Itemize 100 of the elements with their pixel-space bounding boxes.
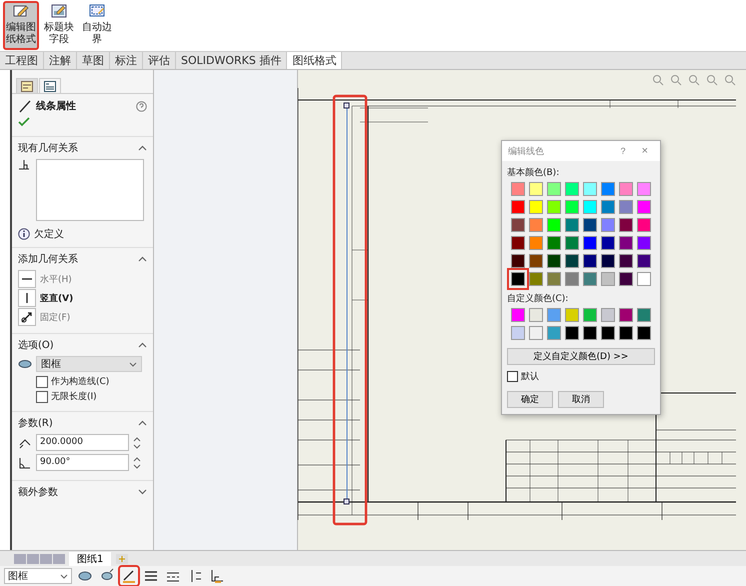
cancel-button[interactable]: 取消 bbox=[558, 391, 604, 408]
relation-option[interactable]: 竖直(V) bbox=[40, 292, 74, 304]
collapse-chevron-icon[interactable] bbox=[138, 420, 147, 426]
color-swatch[interactable] bbox=[601, 326, 615, 340]
color-swatch[interactable] bbox=[511, 200, 525, 214]
color-swatch[interactable] bbox=[637, 326, 651, 340]
color-swatch[interactable] bbox=[529, 308, 543, 322]
ribbon-button[interactable]: 编辑图纸格式 bbox=[4, 2, 38, 49]
color-swatch[interactable] bbox=[637, 218, 651, 232]
color-swatch[interactable] bbox=[547, 308, 561, 322]
expand-chevron-icon[interactable] bbox=[138, 489, 147, 495]
color-swatch[interactable] bbox=[511, 308, 525, 322]
color-swatch[interactable] bbox=[565, 254, 579, 268]
ok-button[interactable]: 确定 bbox=[507, 391, 553, 408]
length-field[interactable]: 200.0000 bbox=[36, 434, 129, 451]
color-swatch[interactable] bbox=[511, 218, 525, 232]
color-swatch[interactable] bbox=[583, 254, 597, 268]
color-swatch[interactable] bbox=[601, 218, 615, 232]
color-swatch[interactable] bbox=[619, 218, 633, 232]
color-swatch[interactable] bbox=[565, 326, 579, 340]
ribbon-tab[interactable]: 图纸格式 bbox=[287, 52, 342, 69]
color-swatch[interactable] bbox=[637, 272, 651, 286]
color-swatch[interactable] bbox=[565, 200, 579, 214]
panel-tab[interactable] bbox=[16, 78, 38, 93]
color-swatch[interactable] bbox=[547, 236, 561, 250]
sheet-navigation-arrows[interactable] bbox=[14, 554, 65, 564]
color-swatch[interactable] bbox=[529, 200, 543, 214]
line-color-icon[interactable] bbox=[120, 567, 138, 585]
color-swatch[interactable] bbox=[529, 236, 543, 250]
relations-list[interactable] bbox=[36, 159, 144, 221]
color-swatch[interactable] bbox=[511, 326, 525, 340]
ribbon-button[interactable]: 自动边界 bbox=[80, 2, 114, 49]
color-swatch[interactable] bbox=[547, 326, 561, 340]
help-button[interactable]: ? bbox=[614, 145, 632, 157]
color-swatch[interactable] bbox=[601, 182, 615, 196]
sheet-tab[interactable]: 图纸1 bbox=[69, 552, 112, 566]
color-swatch[interactable] bbox=[547, 200, 561, 214]
color-swatch[interactable] bbox=[565, 308, 579, 322]
color-swatch[interactable] bbox=[511, 236, 525, 250]
checkbox[interactable] bbox=[36, 376, 48, 388]
color-swatch[interactable] bbox=[565, 272, 579, 286]
color-swatch[interactable] bbox=[619, 236, 633, 250]
color-swatch[interactable] bbox=[601, 254, 615, 268]
collapse-chevron-icon[interactable] bbox=[138, 256, 147, 262]
color-swatch[interactable] bbox=[511, 254, 525, 268]
color-swatch[interactable] bbox=[565, 236, 579, 250]
color-swatch[interactable] bbox=[637, 254, 651, 268]
color-swatch[interactable] bbox=[637, 308, 651, 322]
spin-arrows-icon[interactable] bbox=[133, 456, 141, 470]
checkmark-icon[interactable] bbox=[18, 117, 30, 127]
color-swatch[interactable] bbox=[619, 308, 633, 322]
add-sheet-icon[interactable] bbox=[115, 552, 130, 564]
panel-tab[interactable] bbox=[39, 78, 61, 93]
color-swatch[interactable] bbox=[619, 254, 633, 268]
color-swatch[interactable] bbox=[583, 236, 597, 250]
color-swatch[interactable] bbox=[601, 272, 615, 286]
color-swatch[interactable] bbox=[619, 272, 633, 286]
sketch-line[interactable] bbox=[344, 102, 350, 504]
color-swatch[interactable] bbox=[583, 308, 597, 322]
layer-dropdown[interactable]: 图框 bbox=[4, 568, 72, 584]
define-custom-colors-button[interactable]: 定义自定义颜色(D) >> bbox=[507, 348, 655, 365]
color-swatch[interactable] bbox=[637, 182, 651, 196]
zoom-icon[interactable] bbox=[652, 74, 664, 86]
color-swatch[interactable] bbox=[601, 236, 615, 250]
ribbon-button[interactable]: 标题块字段 bbox=[42, 2, 76, 49]
color-swatch[interactable] bbox=[583, 200, 597, 214]
color-swatch[interactable] bbox=[583, 326, 597, 340]
color-swatch[interactable] bbox=[601, 200, 615, 214]
layer-dropdown[interactable]: 图框 bbox=[36, 356, 142, 372]
dialog-title: 编辑线色 bbox=[508, 146, 545, 158]
angle-field[interactable]: 90.00° bbox=[36, 454, 129, 471]
color-swatch[interactable] bbox=[619, 200, 633, 214]
spin-arrows-icon[interactable] bbox=[133, 436, 141, 450]
color-swatch[interactable] bbox=[583, 218, 597, 232]
color-swatch[interactable] bbox=[529, 326, 543, 340]
color-swatch[interactable] bbox=[619, 326, 633, 340]
color-swatch[interactable] bbox=[565, 218, 579, 232]
checkbox[interactable] bbox=[36, 390, 48, 402]
close-button[interactable]: × bbox=[636, 144, 654, 158]
color-swatch[interactable] bbox=[529, 254, 543, 268]
color-swatch[interactable] bbox=[547, 218, 561, 232]
color-swatch[interactable] bbox=[529, 218, 543, 232]
caret-icon bbox=[60, 574, 68, 578]
color-swatch[interactable] bbox=[565, 182, 579, 196]
color-swatch[interactable] bbox=[547, 272, 561, 286]
color-swatch[interactable] bbox=[511, 182, 525, 196]
color-swatch[interactable] bbox=[529, 182, 543, 196]
color-swatch[interactable] bbox=[619, 182, 633, 196]
color-swatch[interactable] bbox=[583, 272, 597, 286]
checkbox[interactable] bbox=[507, 371, 518, 382]
color-swatch[interactable] bbox=[529, 272, 543, 286]
collapse-chevron-icon[interactable] bbox=[138, 342, 147, 348]
collapse-chevron-icon[interactable] bbox=[138, 145, 147, 151]
color-swatch[interactable] bbox=[583, 182, 597, 196]
color-swatch[interactable] bbox=[547, 254, 561, 268]
color-swatch[interactable] bbox=[637, 236, 651, 250]
color-swatch[interactable] bbox=[547, 182, 561, 196]
color-swatch[interactable] bbox=[637, 200, 651, 214]
color-swatch[interactable] bbox=[601, 308, 615, 322]
help-icon[interactable] bbox=[136, 100, 147, 112]
